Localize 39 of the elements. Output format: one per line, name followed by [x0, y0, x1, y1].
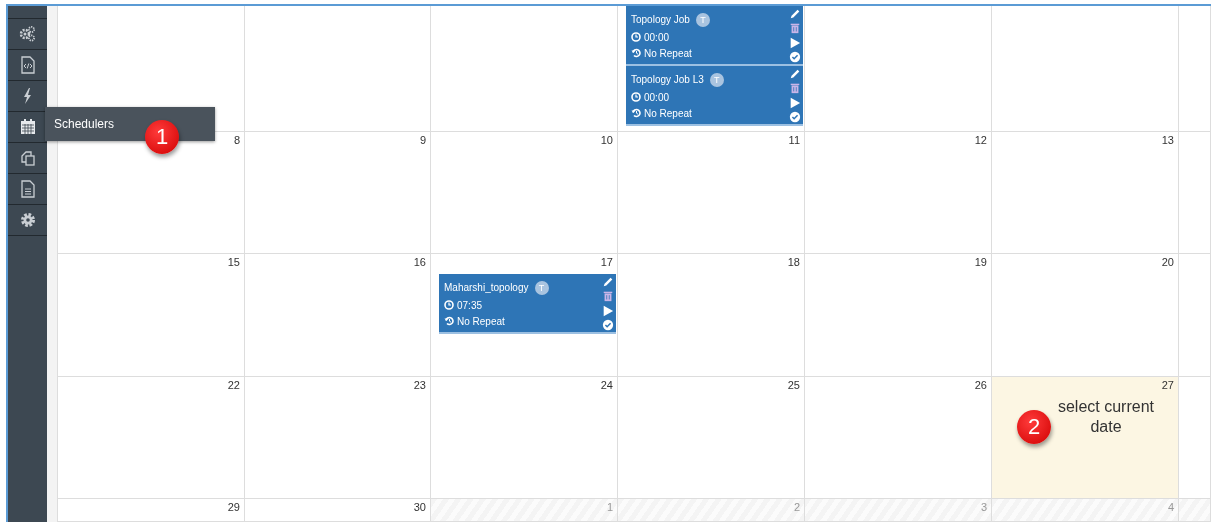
repeat-label: No Repeat	[644, 107, 692, 119]
day-number: 11	[788, 133, 801, 147]
day-number: 29	[227, 500, 241, 514]
day-number: 19	[974, 255, 988, 269]
type-badge: T	[534, 280, 549, 295]
day-number: 4	[1167, 500, 1175, 514]
day-number: 30	[413, 500, 427, 514]
day-number: 13	[1161, 133, 1175, 147]
job-title: Maharshi_topology	[444, 282, 529, 293]
day-number: 25	[787, 378, 801, 392]
callout-number: 2	[1017, 410, 1051, 444]
day-number: 10	[600, 133, 614, 147]
annotation-text: select current date	[1056, 397, 1155, 437]
day-number: 3	[980, 500, 988, 514]
job-time: 07:35	[457, 299, 483, 311]
type-badge: T	[695, 12, 710, 27]
day-number: 2	[793, 500, 801, 514]
day-number: 16	[413, 255, 427, 269]
day-number: 27	[1161, 378, 1175, 392]
job-title: Topology Job L3	[631, 74, 704, 85]
day-number: 20	[1161, 255, 1175, 269]
day-number: 17	[600, 255, 614, 269]
day-number: 8	[233, 133, 241, 147]
day-number: 22	[227, 378, 241, 392]
day-number: 24	[600, 378, 614, 392]
day-number: 18	[787, 255, 801, 269]
job-time: 00:00	[644, 31, 670, 43]
type-badge: T	[709, 72, 724, 87]
day-number: 12	[974, 133, 988, 147]
day-number: 15	[227, 255, 241, 269]
tooltip-text: Schedulers	[54, 117, 115, 131]
day-number: 26	[974, 378, 988, 392]
day-number: 1	[606, 500, 614, 514]
job-title: Topology Job	[631, 14, 690, 25]
repeat-label: No Repeat	[457, 315, 505, 327]
day-number: 9	[419, 133, 427, 147]
day-number: 23	[413, 378, 427, 392]
repeat-label: No Repeat	[644, 47, 692, 59]
job-time: 00:00	[644, 91, 670, 103]
